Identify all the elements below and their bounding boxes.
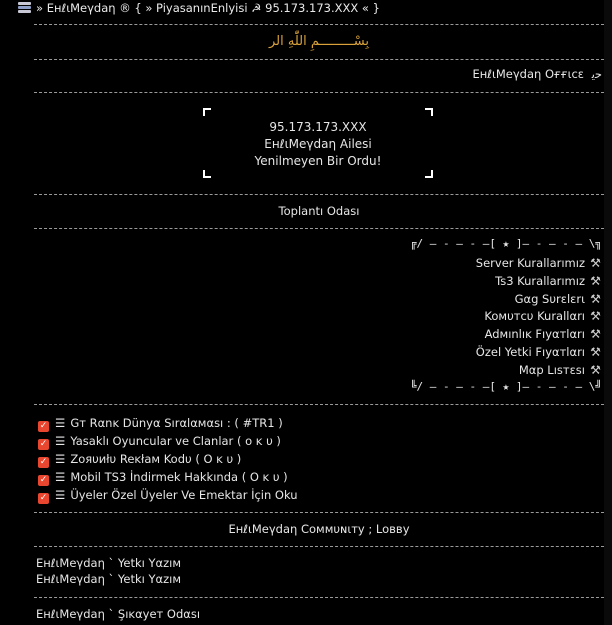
list-item[interactable]: ✓ ☰ Zoяυиłυ Reĸłaм Kodυ ( O ĸ υ )	[38, 451, 241, 468]
scrollbar[interactable]	[604, 0, 612, 625]
divider	[34, 546, 604, 547]
checkbox-icon: ✓	[38, 475, 49, 486]
divider	[34, 92, 604, 93]
title-bar: » EнℓιMeγdaη ® { » PiyasanınEnlyisi ☭ 95…	[0, 0, 612, 16]
frame-top: ╔/ — - — - —[ ★ ]— - — - — \╗	[409, 237, 602, 250]
menu-admin-prices[interactable]: Adмınlıĸ Fıyαтlαrı ⚒	[485, 326, 602, 343]
frame-bottom: ╚/ — - — - —[ ★ ]— - — - — \╝	[409, 380, 602, 393]
menu-special-permission-prices[interactable]: Özel Yetki Fıyαтlαrı ⚒	[476, 344, 602, 361]
banner-family: EнℓιMeγdaη Ailesi	[264, 137, 372, 151]
office-symbol: ﺣﻳ	[591, 67, 602, 81]
list-item[interactable]: ✓ ☰ Gт Rαnĸ Dünyα Sırαlαмαsı : ( #TR1 )	[38, 415, 283, 432]
menu-server-rules[interactable]: Server Kurallarımız ⚒	[476, 255, 602, 272]
server-icon[interactable]	[18, 2, 31, 13]
bismillah-spacer[interactable]: بِسْـــــــــمِ اللّٰهِ الر	[34, 34, 604, 49]
divider	[34, 597, 604, 598]
meeting-room-channel[interactable]: Toplantı Odası	[34, 204, 604, 218]
list-item[interactable]: ✓ ☰ Mobil TS3 İndirmek Hakkında ( O ĸ υ )	[38, 469, 288, 486]
menu-ts3-rules[interactable]: Ts3 Kurallarımız ⚒	[495, 273, 602, 290]
list-item[interactable]: ✓ ☰ Yasaklı Oyuncular ve Clanlar ( o ĸ υ )	[38, 433, 281, 450]
corner-bracket-bottom-right	[425, 170, 433, 178]
hammer-icon: ⚒	[590, 274, 601, 288]
list-icon: ☰	[55, 434, 66, 448]
server-title[interactable]: » EнℓιMeγdaη ® { » PiyasanınEnlyisi ☭ 95…	[36, 1, 380, 15]
office-channel[interactable]: EнℓιMeγdaη Oғғιcε ﺣﻳ	[472, 67, 602, 81]
divider	[34, 24, 604, 25]
divider	[34, 194, 604, 195]
menu-gag-durations[interactable]: Gαg Sυrεlεrι ⚒	[515, 291, 602, 308]
checkbox-icon: ✓	[38, 457, 49, 468]
banner-ip: 95.173.173.XXX	[269, 120, 367, 134]
list-icon: ☰	[55, 452, 66, 466]
corner-bracket-bottom-left	[203, 170, 211, 178]
corner-bracket-top-right	[425, 108, 433, 116]
divider	[34, 512, 604, 513]
divider	[34, 59, 604, 60]
channel-item[interactable]: EнℓιMeγdaη ` Yetkı Yαzıм	[36, 555, 181, 571]
channel-item[interactable]: EнℓιMeγdaη ` Şıĸαyeт Odαsı	[36, 606, 200, 622]
channel-item[interactable]: EнℓιMeγdaη ` Yetkı Yαzıм	[36, 571, 181, 587]
list-icon: ☰	[55, 470, 66, 484]
checkbox-icon: ✓	[38, 493, 49, 504]
banner-motto: Yenilmeyen Bir Ordu!	[254, 154, 382, 168]
hammer-icon: ⚒	[590, 345, 601, 359]
corner-bracket-top-left	[203, 108, 211, 116]
hammer-icon: ⚒	[590, 292, 601, 306]
hammer-icon: ⚒	[590, 363, 601, 377]
menu-commander-rules[interactable]: Koмυтcυ Kurallαrı ⚒	[484, 308, 602, 325]
office-label: EнℓιMeγdaη Oғғιcε	[472, 67, 585, 81]
divider	[34, 404, 604, 405]
divider	[34, 228, 604, 229]
hammer-icon: ⚒	[590, 327, 601, 341]
list-icon: ☰	[55, 416, 66, 430]
community-lobby-channel[interactable]: EнℓιMeγdaη Coммυɴιтy ; Loввy	[34, 522, 604, 536]
banner[interactable]: 95.173.173.XXX EнℓιMeγdaη Ailesi Yenilme…	[203, 108, 433, 178]
list-item[interactable]: ✓ ☰ Üyeler Özel Üyeler Ve Emektar İçin Oku	[38, 487, 298, 504]
menu-map-list[interactable]: Mαp Lısтεsı ⚒	[519, 362, 602, 379]
checkbox-icon: ✓	[38, 439, 49, 450]
hammer-icon: ⚒	[590, 309, 601, 323]
list-icon: ☰	[55, 488, 66, 502]
checkbox-icon: ✓	[38, 421, 49, 432]
hammer-icon: ⚒	[590, 256, 601, 270]
